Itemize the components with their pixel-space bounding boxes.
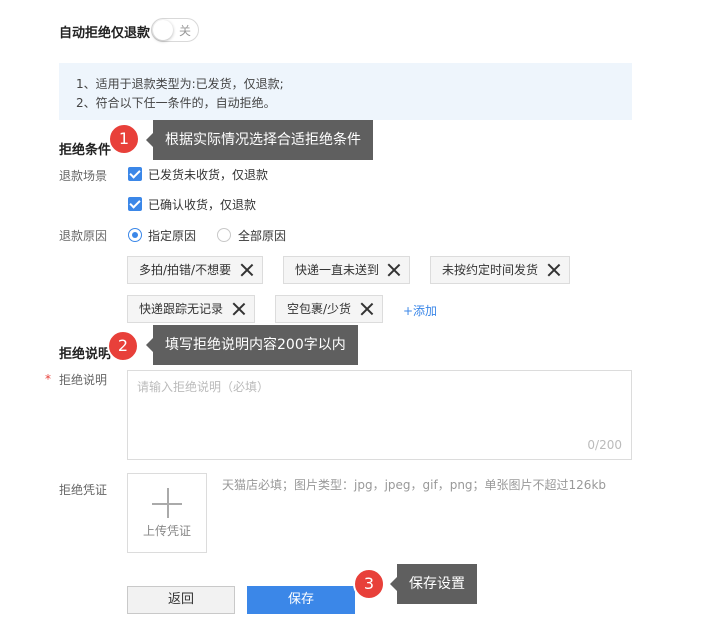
upload-hint: 天猫店必填；图片类型：jpg，jpeg，gif，png；单张图片不超过126kb [222, 478, 607, 492]
remove-tag-icon[interactable] [547, 263, 561, 277]
explanation-section-title: 拒绝说明 [59, 347, 112, 362]
scene-option-2: 已确认收货，仅退款 [148, 198, 257, 212]
reason-tag: 快递一直未送到 [283, 256, 410, 284]
reason-radio-specified[interactable] [128, 228, 142, 242]
reason-tag: 多拍/拍错/不想要 [127, 256, 263, 284]
remove-tag-icon[interactable] [232, 302, 246, 316]
required-mark: * [45, 372, 51, 386]
reason-option-specified: 指定原因 [148, 229, 197, 243]
annotation-tooltip-1: 根据实际情况选择合适拒绝条件 [146, 120, 373, 160]
reason-radio-all[interactable] [217, 228, 231, 242]
annotation-badge-2: 2 [107, 330, 139, 362]
remove-tag-icon[interactable] [387, 263, 401, 277]
upload-label: 上传凭证 [142, 524, 191, 538]
toggle-knob [153, 20, 173, 40]
reason-tag: 快递跟踪无记录 [127, 295, 255, 323]
scene-checkbox-1[interactable] [128, 167, 142, 181]
info-line-2: 2、符合以下任一条件的，自动拒绝。 [76, 96, 276, 110]
info-line-1: 1、适用于退款类型为:已发货，仅退款; [76, 77, 284, 91]
remove-tag-icon[interactable] [240, 263, 254, 277]
reason-tag-label: 未按约定时间发货 [442, 263, 539, 277]
scene-option-1: 已发货未收货，仅退款 [148, 168, 269, 182]
toggle-label: 关 [178, 24, 191, 38]
remove-tag-icon[interactable] [360, 302, 374, 316]
reject-voucher-label: 拒绝凭证 [59, 483, 108, 497]
info-box: 1、适用于退款类型为:已发货，仅退款; 2、符合以下任一条件的，自动拒绝。 [59, 63, 632, 120]
annotation-badge-3: 3 [353, 568, 385, 600]
add-reason-link[interactable]: +添加 [403, 302, 437, 319]
reason-tag-label: 空包裹/少货 [287, 302, 352, 316]
reason-tag: 未按约定时间发货 [430, 256, 570, 284]
scene-checkbox-2[interactable] [128, 197, 142, 211]
annotation-badge-1: 1 [108, 123, 140, 155]
auto-reject-toggle[interactable]: 关 [151, 18, 199, 42]
save-button[interactable]: 保存 [247, 586, 355, 614]
conditions-section-title: 拒绝条件 [59, 143, 112, 158]
refund-reason-label: 退款原因 [59, 229, 108, 243]
plus-icon-vertical [167, 488, 169, 518]
reason-tag: 空包裹/少货 [275, 295, 383, 323]
back-button[interactable]: 返回 [127, 586, 235, 614]
char-counter: 0/200 [587, 438, 622, 452]
upload-voucher-button[interactable]: 上传凭证 [127, 473, 207, 553]
reason-tag-label: 多拍/拍错/不想要 [139, 263, 232, 277]
auto-reject-title: 自动拒绝仅退款 [59, 26, 151, 41]
reason-tag-label: 快递一直未送到 [295, 263, 380, 277]
annotation-tooltip-3: 保存设置 [390, 564, 477, 604]
reason-option-all: 全部原因 [238, 229, 287, 243]
reason-tag-label: 快递跟踪无记录 [139, 302, 224, 316]
annotation-tooltip-2: 填写拒绝说明内容200字以内 [146, 325, 358, 365]
reject-explanation-textarea[interactable]: 请输入拒绝说明（必填） 0/200 [127, 370, 632, 460]
reject-explanation-label: 拒绝说明 [59, 373, 108, 387]
refund-scene-label: 退款场景 [59, 169, 108, 183]
textarea-placeholder: 请输入拒绝说明（必填） [137, 380, 270, 394]
